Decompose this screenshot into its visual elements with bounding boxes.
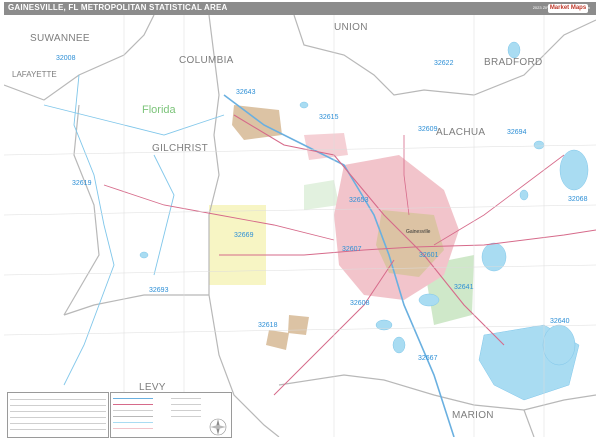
lake-small-4: [392, 336, 406, 354]
zip-32693: 32693: [149, 287, 169, 294]
logo-text: Market Maps: [549, 5, 587, 11]
zip-32601: 32601: [419, 252, 439, 259]
county-label-columbia: COLUMBIA: [179, 55, 234, 66]
zip-32607: 32607: [342, 246, 362, 253]
zip-32667: 32667: [418, 355, 438, 362]
zip-32640: 32640: [550, 318, 570, 325]
zip-32641: 32641: [454, 284, 474, 291]
lake-small-7: [139, 251, 149, 259]
map-title: GAINESVILLE, FL METROPOLITAN STATISTICAL…: [8, 3, 228, 12]
city-label-gainesville: Gainesville: [406, 229, 431, 235]
zip-32608: 32608: [350, 300, 370, 307]
county-label-alachua: ALACHUA: [436, 127, 485, 138]
metro-map[interactable]: SUWANNEE UNION COLUMBIA BRADFORD ALACHUA…: [4, 15, 596, 437]
county-label-bradford: BRADFORD: [484, 57, 543, 68]
map-frame: GAINESVILLE, FL METROPOLITAN STATISTICAL…: [0, 0, 600, 439]
paynes-prairie-lake: [418, 293, 440, 307]
zip-32622: 32622: [434, 60, 454, 67]
zip-index-legend: [7, 392, 109, 438]
zip-32609: 32609: [418, 126, 438, 133]
header-bar: GAINESVILLE, FL METROPOLITAN STATISTICAL…: [4, 2, 596, 15]
county-label-marion: MARION: [452, 410, 494, 421]
lake-northeast: [507, 41, 521, 59]
zip-32653: 32653: [349, 197, 369, 204]
zip-32619: 32619: [72, 180, 92, 187]
zip-32615: 32615: [319, 114, 339, 121]
compass-rose-icon: [209, 418, 227, 436]
county-label-gilchrist: GILCHRIST: [152, 143, 208, 154]
state-label-florida: Florida: [142, 104, 177, 116]
lake-small-6: [299, 101, 309, 109]
lake-small-2: [519, 189, 529, 201]
brand-logo: Market Maps: [548, 4, 588, 13]
yellow-region: [209, 205, 266, 285]
lake-santa-fe: [559, 149, 589, 191]
zip-32643: 32643: [236, 89, 256, 96]
zip-32068: 32068: [568, 196, 588, 203]
zip-32669: 32669: [234, 232, 254, 239]
zip-32008: 32008: [56, 55, 76, 62]
county-label-lafayette: LAFAYETTE: [12, 70, 57, 79]
lake-small-1: [533, 140, 545, 150]
newberry-urban: [288, 315, 309, 335]
zip-32618: 32618: [258, 322, 278, 329]
lake-lochloosa: [542, 324, 576, 366]
zip-32694: 32694: [507, 129, 527, 136]
county-label-union: UNION: [334, 22, 368, 33]
county-label-suwannee: SUWANNEE: [30, 33, 90, 44]
